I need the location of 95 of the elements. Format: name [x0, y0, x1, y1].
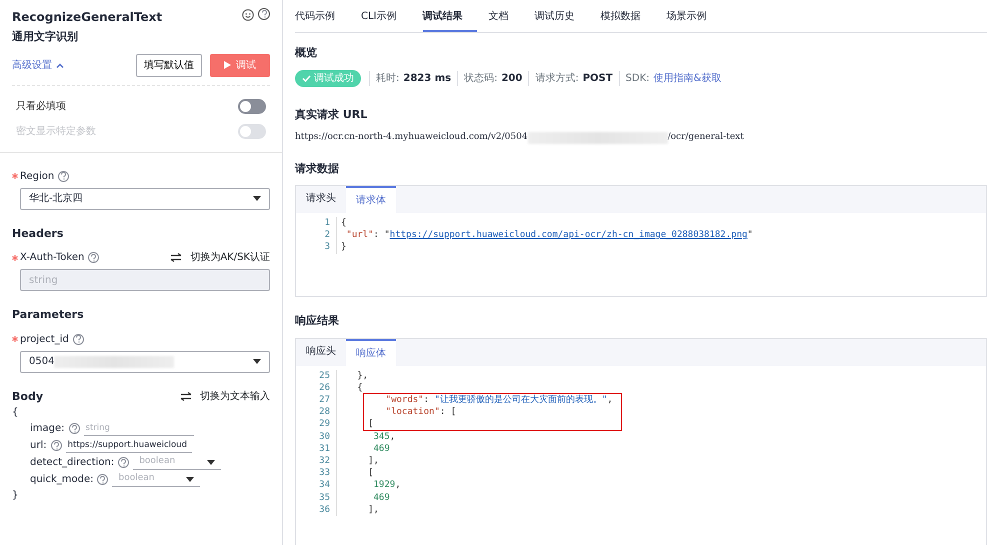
- code-line: ],: [367, 504, 380, 516]
- line-number: 33: [318, 467, 331, 480]
- code-line: {: [356, 382, 364, 394]
- line-number: 25: [318, 370, 331, 382]
- toggle-switch[interactable]: [238, 98, 266, 114]
- toggle-label: 密文显示特定参数: [16, 124, 96, 138]
- line-number: 34: [318, 479, 331, 492]
- code-line: 469: [372, 442, 391, 455]
- help-icon[interactable]: [50, 440, 62, 451]
- success-badge: 调试成功: [295, 70, 361, 86]
- code-line: [: [367, 418, 375, 431]
- help-icon[interactable]: [68, 423, 80, 434]
- switch-auth-link[interactable]: 切换为AK/SK认证: [190, 250, 270, 265]
- sdk-guide-link[interactable]: 使用指南&获取: [654, 70, 722, 86]
- tab[interactable]: 请求头: [296, 186, 346, 213]
- code-line: "url": "https://support.huaweicloud.com/api-ocr/zh-cn_image_0288038182.png": [346, 229, 754, 242]
- brace: }: [12, 489, 20, 503]
- param-name: image:: [30, 422, 65, 436]
- tab[interactable]: 文档: [488, 0, 523, 32]
- code-line: },: [356, 370, 370, 382]
- section-heading: 真实请求 URL: [295, 106, 368, 122]
- switch-text-input-link[interactable]: 切换为文本输入: [200, 389, 270, 404]
- code-line: ],: [367, 454, 380, 468]
- caret-icon: [207, 460, 216, 464]
- code-line: 469: [372, 492, 391, 504]
- section-heading: Parameters: [12, 307, 85, 323]
- toggle-label: 只看必填项: [16, 100, 66, 114]
- param-input-field[interactable]: https://support.huaweicloud: [66, 438, 192, 452]
- param-input-field[interactable]: string: [84, 422, 194, 436]
- help-icon[interactable]: [88, 252, 100, 263]
- caret-icon: [253, 196, 261, 201]
- line-number: 2: [324, 229, 331, 242]
- tab[interactable]: 响应体: [346, 338, 396, 366]
- code-line: "location": [: [384, 406, 458, 418]
- code-line: 1929,: [372, 479, 402, 492]
- line-number: 36: [318, 504, 331, 516]
- help-icon[interactable]: [72, 334, 84, 344]
- tab[interactable]: 请求体: [346, 186, 396, 213]
- advanced-settings-link[interactable]: 高级设置: [12, 58, 64, 72]
- field-label: X-Auth-Token: [20, 251, 84, 265]
- code-line: {: [341, 217, 348, 230]
- line-number: 3: [324, 241, 331, 254]
- line-number: 27: [318, 394, 330, 406]
- stat-label: 状态码:: [464, 72, 498, 86]
- tab[interactable]: 响应头: [296, 338, 346, 366]
- section-heading: 请求数据: [295, 160, 340, 176]
- project-id-select[interactable]: 0504: [20, 350, 270, 372]
- brace: {: [12, 406, 20, 420]
- region-select[interactable]: 华北-北京四: [20, 188, 270, 210]
- field-label: Region: [20, 170, 54, 184]
- stat-label: 请求方式:: [535, 72, 579, 86]
- param-name: quick_mode:: [30, 473, 94, 487]
- api-subtitle: 通用文字识别: [12, 29, 79, 45]
- code-line: [: [367, 467, 374, 480]
- stat-label: 耗时:: [376, 72, 400, 86]
- help-icon[interactable]: [97, 474, 108, 485]
- section-heading: 响应结果: [295, 313, 340, 329]
- code-line: 345,: [372, 430, 396, 443]
- tab[interactable]: 场景示例: [666, 0, 721, 32]
- param-name: detect_direction:: [30, 456, 114, 470]
- tab[interactable]: 代码示例: [295, 0, 349, 32]
- swap-icon[interactable]: [170, 250, 182, 265]
- section-heading: Headers: [12, 226, 64, 242]
- tab[interactable]: CLI示例: [361, 0, 411, 32]
- fill-defaults-button[interactable]: 填写默认值: [136, 54, 202, 76]
- line-number: 30: [318, 430, 331, 443]
- tab[interactable]: 调试结果: [422, 0, 477, 32]
- url-text: https://ocr.cn-north-4.myhuaweicloud.com/v2/0504: [295, 131, 528, 144]
- tab[interactable]: 模拟数据: [600, 0, 655, 32]
- help-icon[interactable]: [58, 170, 70, 182]
- param-name: url:: [30, 439, 47, 453]
- line-number: 32: [318, 454, 331, 468]
- line-number: 29: [318, 418, 331, 431]
- line-number: 26: [318, 382, 331, 394]
- tab[interactable]: 调试历史: [534, 0, 589, 32]
- url-text: /ocr/general-text: [668, 131, 744, 144]
- stat-value: 2823 ms: [403, 72, 452, 86]
- line-number: 35: [318, 492, 331, 504]
- field-label: project_id: [20, 332, 69, 346]
- api-title: RecognizeGeneralText: [12, 9, 162, 26]
- section-heading: 概览: [295, 45, 318, 61]
- section-heading: Body: [12, 388, 43, 404]
- help-icon[interactable]: [118, 457, 130, 468]
- stat-value: POST: [582, 72, 613, 86]
- line-number: 28: [318, 406, 330, 418]
- line-number: 1: [324, 217, 331, 230]
- line-number: 31: [318, 442, 331, 455]
- caret-icon: [253, 359, 261, 364]
- stat-label: SDK:: [626, 72, 650, 86]
- caret-icon: [186, 476, 194, 482]
- code-line: "words": "让我更骄傲的是公司在大灾面前的表现。",: [384, 394, 613, 406]
- code-line: }: [341, 241, 348, 254]
- help-icon[interactable]: [258, 8, 270, 20]
- stat-value: 200: [501, 72, 522, 86]
- play-icon: [224, 60, 231, 69]
